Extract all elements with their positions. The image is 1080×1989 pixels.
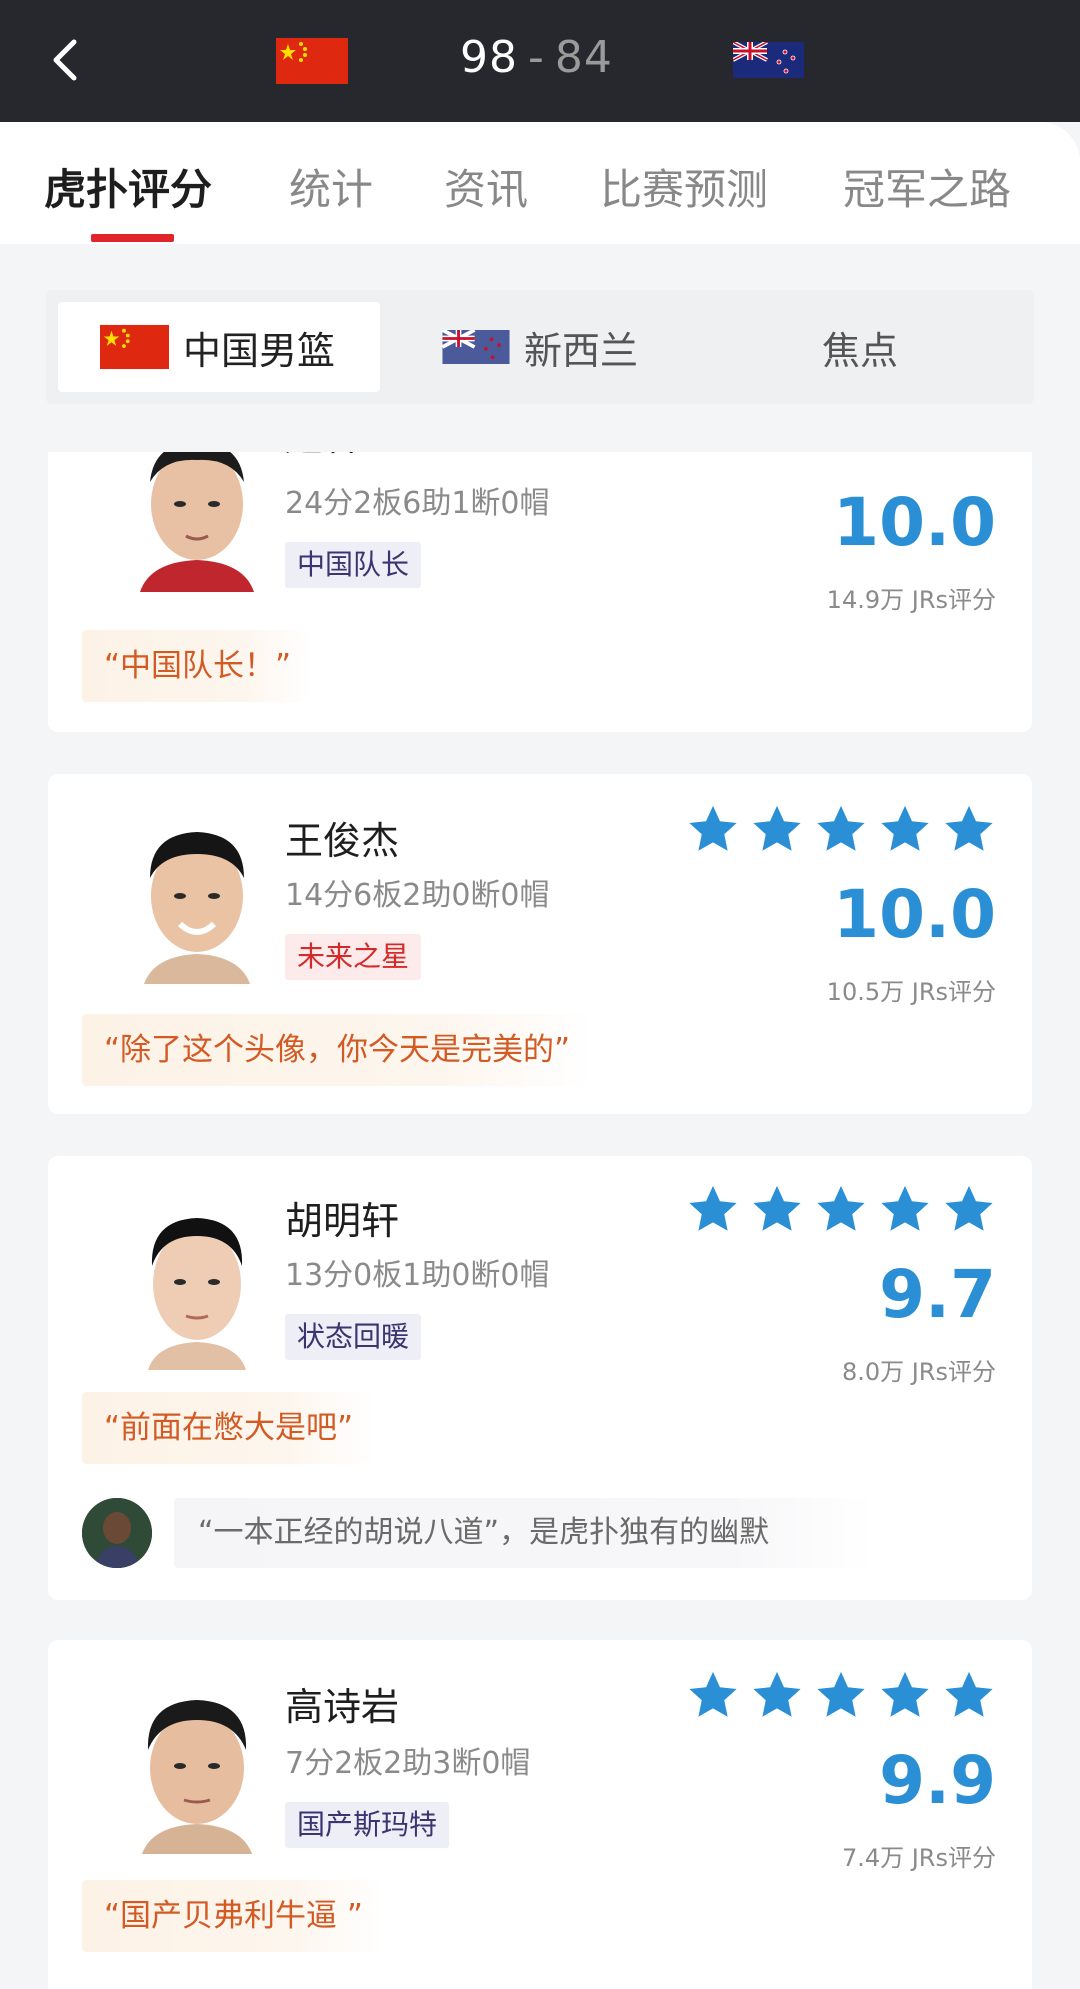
player-card[interactable]: 高诗岩 7分2板2助3断0帽 国产斯玛特 9.9 7.4万 JRs评分 “国产贝… [48, 1640, 1032, 1989]
vote-count: 8.0万 JRs评分 [841, 1358, 996, 1386]
star-icon [945, 1671, 993, 1717]
player-rating: 9.7 [879, 1256, 996, 1333]
hot-comment-quote: “国产贝弗利牛逼 ” [82, 1880, 385, 1952]
star-icon [753, 805, 801, 851]
player-tag: 状态回暖 [285, 1314, 422, 1360]
player-avatar [110, 1674, 284, 1854]
star-icon [881, 1185, 929, 1231]
match-header: 98-84 [0, 0, 1080, 122]
away-score: 84 [554, 32, 613, 83]
star-icon [945, 805, 993, 851]
rating-stars [686, 1670, 996, 1722]
star-icon [689, 805, 737, 851]
tab-prediction[interactable]: 比赛预测 [600, 156, 768, 217]
rating-stars [686, 452, 996, 454]
star-icon [945, 1185, 993, 1231]
star-icon [686, 452, 740, 454]
home-score: 98 [460, 32, 518, 83]
tab-bar: 虎扑评分 统计 资讯 比赛预测 冠军之路 [0, 92, 1080, 244]
player-rating: 10.0 [833, 876, 996, 953]
star-icon [817, 1671, 865, 1717]
player-rating: 9.9 [879, 1742, 996, 1819]
star-icon [817, 1185, 865, 1231]
hot-comment-quote: “前面在憋大是吧” [82, 1392, 376, 1464]
player-name: 高诗岩 [285, 1685, 400, 1729]
segment-new-zealand[interactable]: 新西兰 [442, 290, 638, 404]
china-flag-icon [100, 324, 169, 370]
vote-count: 7.4万 JRs评分 [841, 1844, 996, 1872]
star-icon [753, 1185, 801, 1231]
player-card[interactable]: 王俊杰 14分6板2助0断0帽 未来之星 10.0 10.5万 JRs评分 “除… [48, 774, 1032, 1114]
tab-news[interactable]: 资讯 [444, 156, 528, 217]
rating-stars [686, 1184, 996, 1236]
player-card[interactable]: 胡明轩 13分0板1助0断0帽 状态回暖 9.7 8.0万 JRs评分 “前面在… [48, 1156, 1032, 1600]
player-rating-list[interactable]: 赵睿 24分2板6助1断0帽 中国队长 10.0 14.9万 JRs评分 “中国… [0, 452, 1080, 1989]
star-icon [753, 1671, 801, 1717]
segment-new-zealand-label: 新西兰 [524, 328, 639, 373]
scoreboard: 98-84 [460, 32, 613, 83]
score-separator: - [528, 32, 545, 83]
player-name: 胡明轩 [285, 1199, 400, 1243]
star-icon [817, 805, 865, 851]
segment-china-label: 中国男篮 [183, 328, 336, 373]
hot-comment-quote: “除了这个头像，你今天是完美的” [82, 1014, 593, 1086]
hot-comment-quote: “中国队长！” [82, 630, 314, 702]
tab-hupu-rating[interactable]: 虎扑评分 [44, 156, 212, 217]
player-stats: 24分2板6助1断0帽 [285, 486, 550, 521]
comment-text: “一本正经的胡说八道”，是虎扑独有的幽默 [174, 1498, 874, 1568]
rating-stars [686, 804, 996, 856]
featured-comment[interactable]: “一本正经的胡说八道”，是虎扑独有的幽默 [82, 1498, 874, 1568]
player-tag: 国产斯玛特 [285, 1802, 450, 1848]
star-icon [689, 1185, 737, 1231]
player-name: 赵睿 [285, 452, 361, 461]
back-arrow-icon[interactable] [44, 34, 92, 86]
player-tag: 中国队长 [285, 542, 422, 588]
team-segment-control: 中国男篮 新西兰 焦点 [46, 290, 1034, 404]
segment-china[interactable]: 中国男篮 [100, 290, 335, 404]
commenter-avatar[interactable] [82, 1498, 152, 1568]
star-icon [942, 452, 996, 454]
player-stats: 14分6板2助0断0帽 [285, 878, 550, 913]
segment-focus[interactable]: 焦点 [822, 290, 898, 404]
player-tag: 未来之星 [285, 934, 422, 980]
active-tab-indicator [91, 234, 174, 242]
star-icon [689, 1671, 737, 1717]
tab-champion-road[interactable]: 冠军之路 [843, 156, 1011, 217]
player-avatar [110, 452, 284, 592]
star-icon [814, 452, 868, 454]
player-stats: 13分0板1助0断0帽 [285, 1258, 550, 1293]
china-flag-icon [276, 38, 348, 84]
tab-stats[interactable]: 统计 [289, 156, 373, 217]
new-zealand-flag-icon [442, 330, 510, 364]
star-icon [750, 452, 804, 454]
star-icon [881, 805, 929, 851]
player-card[interactable]: 赵睿 24分2板6助1断0帽 中国队长 10.0 14.9万 JRs评分 “中国… [48, 452, 1032, 732]
player-name: 王俊杰 [285, 819, 400, 863]
star-icon [881, 1671, 929, 1717]
vote-count: 14.9万 JRs评分 [826, 586, 996, 614]
player-rating: 10.0 [833, 484, 996, 561]
vote-count: 10.5万 JRs评分 [826, 978, 996, 1006]
player-stats: 7分2板2助3断0帽 [285, 1746, 531, 1781]
star-icon [878, 452, 932, 454]
player-avatar [110, 804, 284, 984]
segment-focus-label: 焦点 [822, 328, 899, 373]
new-zealand-flag-icon [733, 42, 804, 78]
player-avatar [110, 1190, 284, 1370]
